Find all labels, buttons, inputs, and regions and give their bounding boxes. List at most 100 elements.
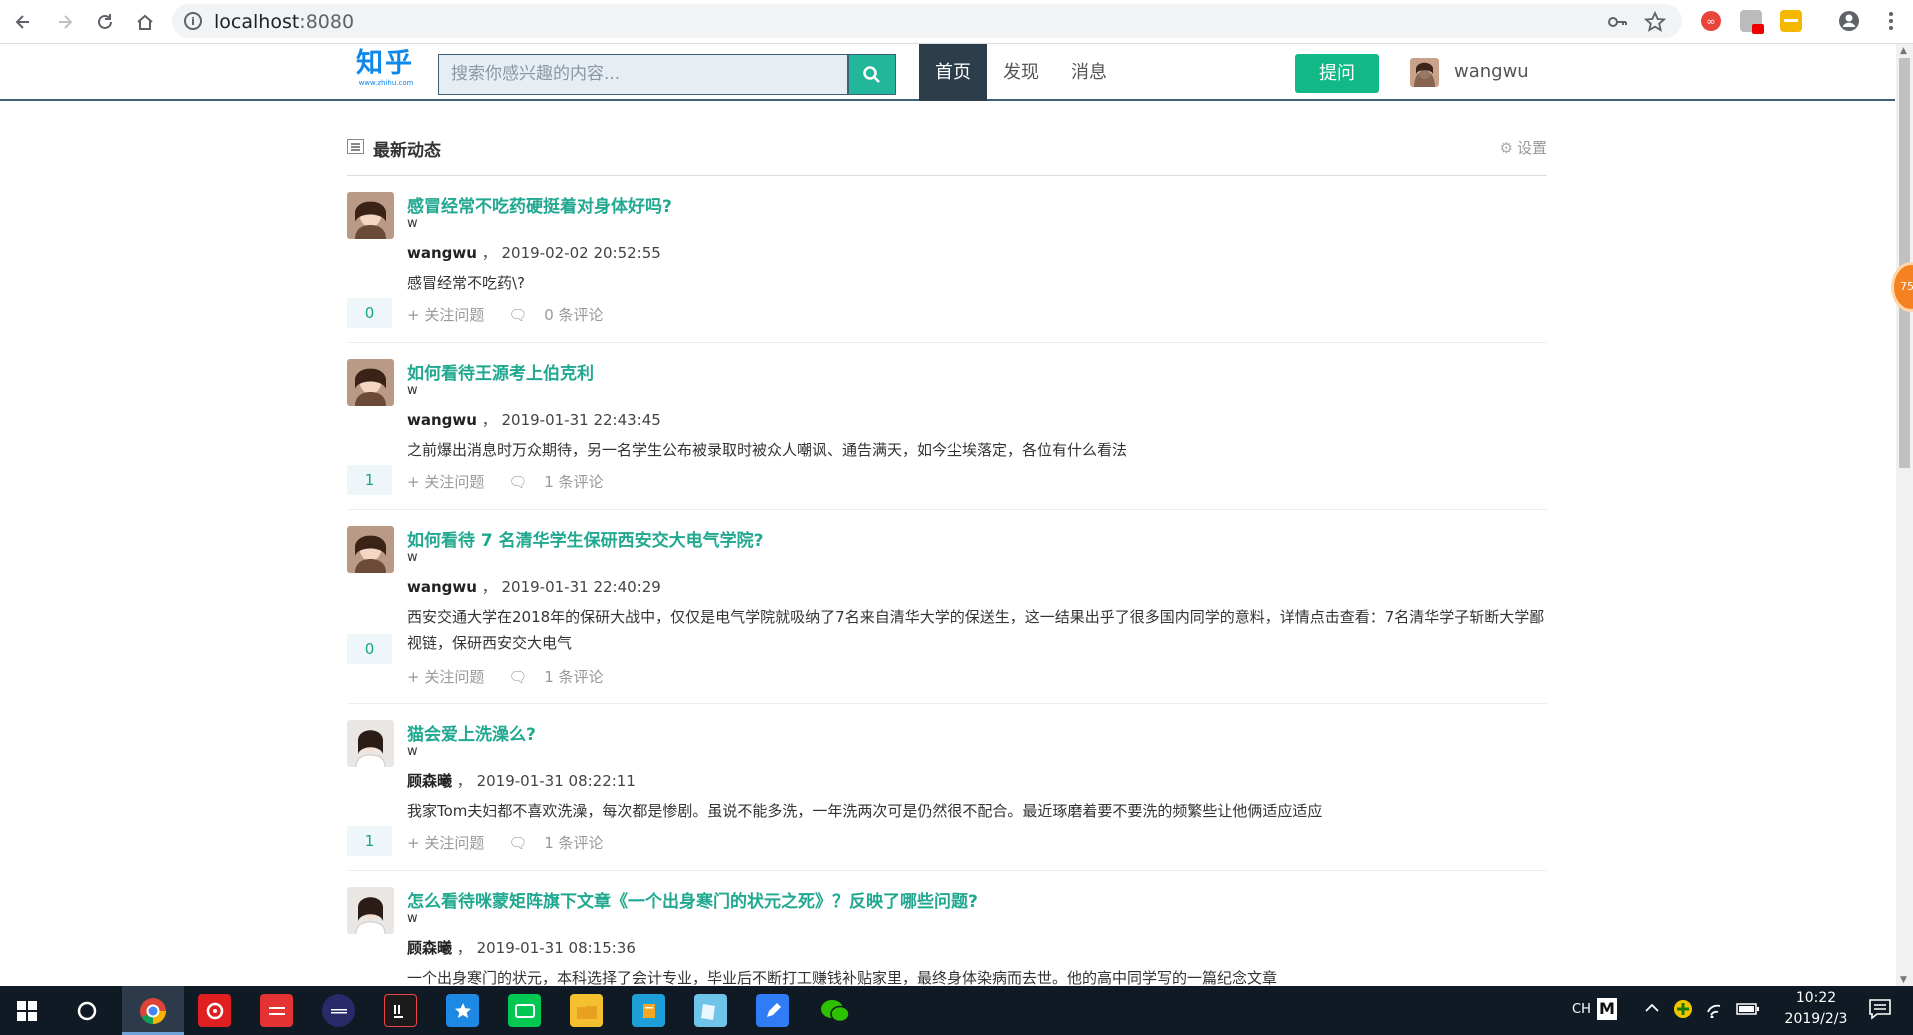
avatar[interactable] <box>1410 58 1439 87</box>
youdao-dictionary-icon[interactable] <box>260 994 293 1027</box>
avatar[interactable] <box>347 526 394 573</box>
question-title-link[interactable]: 如何看待王源考上伯克利 <box>407 359 594 384</box>
clock-date[interactable]: 2019/2/3 <box>1770 1011 1862 1027</box>
comments-link[interactable]: 🗨 1 条评论 <box>508 473 615 491</box>
wechat-icon[interactable] <box>818 994 851 1027</box>
timestamp: 2019-01-31 08:15:36 <box>476 939 636 957</box>
search-input[interactable]: 搜索你感兴趣的内容... <box>438 54 848 95</box>
key-icon[interactable] <box>1606 11 1628 33</box>
scroll-down-arrow-icon[interactable]: ▼ <box>1900 975 1909 985</box>
feishu-pen-icon[interactable] <box>756 994 789 1027</box>
notification-center-icon[interactable] <box>1868 998 1892 1024</box>
star-icon[interactable] <box>1644 11 1666 33</box>
chrome-icon[interactable] <box>136 994 169 1027</box>
page-scrollbar[interactable]: ▲ ▼ <box>1896 44 1913 986</box>
clock-time[interactable]: 10:22 <box>1785 990 1847 1006</box>
url-text: localhost:8080 <box>214 11 355 33</box>
follow-question-button[interactable]: + 关注问题 <box>407 668 496 686</box>
wifi-icon[interactable] <box>1706 1000 1728 1022</box>
input-language[interactable]: CH <box>1572 1002 1591 1017</box>
cortana-icon[interactable] <box>70 994 103 1027</box>
follow-question-button[interactable]: + 关注问题 <box>407 306 496 324</box>
comment-icon: 🗨 <box>508 834 528 852</box>
question-title-link[interactable]: 如何看待 7 名清华学生保研西安交大电气学院? <box>407 526 764 551</box>
author-link[interactable]: wangwu <box>407 411 477 429</box>
feed-item: 感冒经常不吃药硬挺着对身体好吗? w wangwu ， 2019-02-02 2… <box>347 192 1547 343</box>
comments-link[interactable]: 🗨 1 条评论 <box>508 668 615 686</box>
file-explorer-icon[interactable] <box>570 994 603 1027</box>
back-arrow-icon[interactable] <box>10 9 36 35</box>
nav-home[interactable]: 首页 <box>919 44 987 101</box>
author-link[interactable]: 顾森曦 <box>407 939 452 957</box>
address-bar[interactable]: i localhost:8080 <box>172 4 1682 38</box>
settings-link[interactable]: ⚙ 设置 <box>1500 137 1547 158</box>
forward-arrow-icon[interactable] <box>52 9 78 35</box>
scroll-up-arrow-icon[interactable]: ▲ <box>1900 46 1909 56</box>
zhihu-logo[interactable]: 知乎 www.zhihu.com <box>356 49 416 95</box>
question-body: 之前爆出消息时万众期待，另一名学生公布被录取时被众人嘲讽、通告满天，如今尘埃落定… <box>407 441 1128 459</box>
timestamp: 2019-02-02 20:52:55 <box>501 244 661 262</box>
question-body: 感冒经常不吃药\? <box>407 274 526 292</box>
tray-app-plus-icon[interactable] <box>1672 998 1694 1024</box>
profile-icon[interactable] <box>1838 10 1860 32</box>
home-icon[interactable] <box>132 9 158 35</box>
author-link[interactable]: wangwu <box>407 578 477 596</box>
comment-icon: 🗨 <box>508 306 528 324</box>
search-icon <box>863 65 880 83</box>
question-title-link[interactable]: 猫会爱上洗澡么? <box>407 720 536 745</box>
question-title-link[interactable]: 感冒经常不吃药硬挺着对身体好吗? <box>407 192 672 217</box>
question-tag: w <box>407 744 418 759</box>
search-button[interactable] <box>848 54 896 95</box>
question-body: 一个出身寒门的状元，本科选择了会计专业，毕业后不断打工赚钱补贴家里，最终身体染病… <box>407 969 1278 986</box>
question-tag: w <box>407 550 418 565</box>
question-actions: + 关注问题 🗨 1 条评论 <box>407 471 628 492</box>
author-link[interactable]: 顾森曦 <box>407 772 452 790</box>
vote-count[interactable]: 1 <box>347 826 392 856</box>
extension-notes-icon[interactable] <box>1780 10 1802 32</box>
nav-discover[interactable]: 发现 <box>987 44 1055 101</box>
iqiyi-icon[interactable] <box>508 994 541 1027</box>
extension-puzzle-icon[interactable] <box>1740 10 1764 34</box>
reload-icon[interactable] <box>92 9 118 35</box>
extension-infinity-icon[interactable]: ∞ <box>1700 10 1722 32</box>
question-meta: 顾森曦 ， 2019-01-31 08:15:36 <box>407 939 636 957</box>
comments-link[interactable]: 🗨 0 条评论 <box>508 306 615 324</box>
app-store-star-icon[interactable] <box>446 994 479 1027</box>
windows-start-icon[interactable] <box>10 994 43 1027</box>
vote-count[interactable]: 0 <box>347 634 392 664</box>
nav-messages[interactable]: 消息 <box>1055 44 1123 101</box>
ask-button[interactable]: 提问 <box>1295 54 1379 93</box>
avatar[interactable] <box>347 887 394 934</box>
header-username[interactable]: wangwu <box>1454 61 1529 82</box>
avatar[interactable] <box>347 720 394 767</box>
vote-count[interactable]: 0 <box>347 298 392 328</box>
notes-app-icon[interactable] <box>694 994 727 1027</box>
ime-indicator[interactable]: M <box>1597 998 1617 1020</box>
comment-icon: 🗨 <box>508 473 528 491</box>
tray-expand-icon[interactable] <box>1644 1000 1660 1020</box>
sublime-notepad-icon[interactable] <box>632 994 665 1027</box>
netease-music-icon[interactable] <box>198 994 231 1027</box>
question-meta: wangwu ， 2019-01-31 22:43:45 <box>407 411 661 429</box>
question-title-link[interactable]: 怎么看待咪蒙矩阵旗下文章《一个出身寒门的状元之死》？反映了哪些问题? <box>407 887 978 912</box>
battery-icon[interactable] <box>1736 1002 1760 1020</box>
vote-count[interactable]: 1 <box>347 465 392 495</box>
floating-widget-badge[interactable]: 75 <box>1891 262 1913 312</box>
question-meta: 顾森曦 ， 2019-01-31 08:22:11 <box>407 772 636 790</box>
avatar[interactable] <box>347 359 394 406</box>
follow-question-button[interactable]: + 关注问题 <box>407 834 496 852</box>
question-actions: + 关注问题 🗨 1 条评论 <box>407 832 628 853</box>
eclipse-icon[interactable] <box>322 994 355 1027</box>
svg-text:∞: ∞ <box>1706 15 1715 28</box>
follow-question-button[interactable]: + 关注问题 <box>407 473 496 491</box>
info-icon[interactable]: i <box>184 12 202 30</box>
avatar[interactable] <box>347 192 394 239</box>
question-tag: w <box>407 911 418 926</box>
intellij-idea-icon[interactable] <box>384 994 417 1027</box>
feed-header: 最新动态 ⚙ 设置 <box>347 126 1547 176</box>
gear-icon: ⚙ <box>1499 139 1513 157</box>
comments-link[interactable]: 🗨 1 条评论 <box>508 834 615 852</box>
comment-icon: 🗨 <box>508 668 528 686</box>
menu-dots-icon[interactable] <box>1880 10 1902 32</box>
author-link[interactable]: wangwu <box>407 244 477 262</box>
